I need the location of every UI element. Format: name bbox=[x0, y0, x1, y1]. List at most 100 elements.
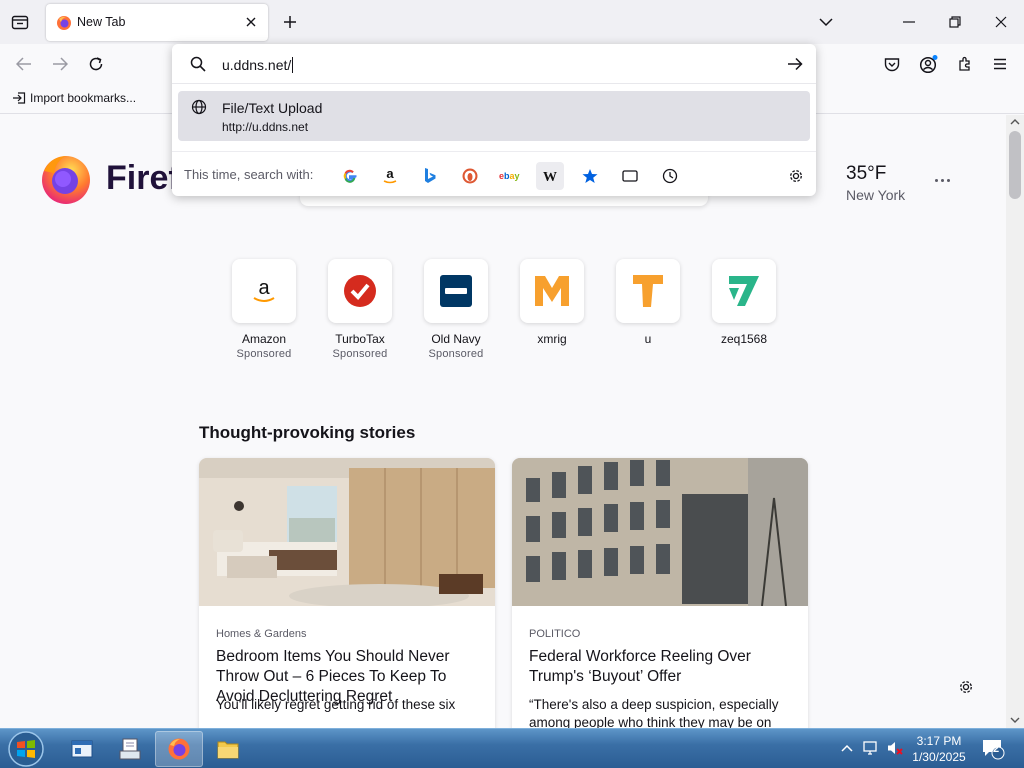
new-tab-button[interactable] bbox=[280, 12, 300, 32]
shortcut-icon-box bbox=[424, 259, 488, 323]
bookmarks-search-button[interactable] bbox=[576, 162, 604, 190]
shortcut-icon-box: a bbox=[232, 259, 296, 323]
search-settings-button[interactable] bbox=[782, 162, 810, 190]
shortcut-u[interactable]: u bbox=[600, 259, 696, 346]
shortcut-title: zeq1568 bbox=[720, 332, 768, 346]
forward-button[interactable] bbox=[48, 52, 72, 76]
action-center-button[interactable]: 2 bbox=[980, 737, 1006, 761]
minimize-button[interactable] bbox=[886, 0, 932, 44]
u-site-icon bbox=[633, 275, 663, 307]
plus-icon bbox=[284, 16, 296, 28]
shortcut-sponsored-label: Sponsored bbox=[332, 348, 388, 360]
taskbar-app-file-explorer[interactable] bbox=[204, 731, 252, 767]
shortcuts-grid: a Amazon Sponsored TurboTax Sponsored Ol… bbox=[216, 259, 796, 369]
svg-text:W: W bbox=[543, 170, 557, 183]
shortcut-title: xmrig bbox=[537, 332, 567, 346]
shortcut-icon-box bbox=[712, 259, 776, 323]
chevron-up-icon bbox=[1010, 119, 1020, 125]
globe-icon bbox=[191, 99, 207, 115]
story-source: POLITICO bbox=[529, 628, 581, 640]
history-search-button[interactable] bbox=[656, 162, 684, 190]
amazon-search-button[interactable]: a bbox=[376, 162, 404, 190]
restore-icon bbox=[949, 16, 961, 28]
shortcut-zeq1568[interactable]: zeq1568 bbox=[696, 259, 792, 346]
shortcut-old-navy[interactable]: Old Navy Sponsored bbox=[408, 259, 504, 360]
tab-new-tab[interactable]: New Tab bbox=[46, 4, 268, 41]
customize-page-button[interactable] bbox=[956, 677, 976, 697]
shortcut-title: Old Navy bbox=[431, 332, 481, 346]
taskbar-app-window[interactable] bbox=[58, 731, 106, 767]
arrow-right-icon bbox=[53, 57, 68, 71]
google-search-button[interactable] bbox=[336, 162, 364, 190]
urlbar-input[interactable]: u.ddns.net/ bbox=[222, 57, 294, 73]
duckduckgo-icon bbox=[462, 168, 478, 184]
pocket-button[interactable] bbox=[880, 52, 904, 76]
close-icon bbox=[246, 17, 256, 27]
suggestion-title: File/Text Upload bbox=[222, 100, 323, 116]
ebay-icon: ebay bbox=[499, 171, 520, 181]
shortcut-sponsored-label: Sponsored bbox=[236, 348, 292, 360]
volume-tray-icon[interactable] bbox=[886, 737, 904, 759]
account-button[interactable] bbox=[917, 52, 941, 76]
search-icon bbox=[190, 56, 206, 72]
ebay-search-button[interactable]: ebay bbox=[496, 162, 524, 190]
new-tab-page: Firef 35°F New York a Amazon Sponsored T… bbox=[0, 115, 1006, 728]
import-icon bbox=[13, 92, 26, 104]
firefox-wordmark: Firef bbox=[106, 159, 180, 197]
show-hidden-icons-button[interactable] bbox=[838, 737, 856, 759]
tabs-search-button[interactable] bbox=[616, 162, 644, 190]
wikipedia-icon: W bbox=[543, 170, 557, 183]
tab-title: New Tab bbox=[77, 15, 126, 29]
shortcut-xmrig[interactable]: xmrig bbox=[504, 259, 600, 346]
weather-menu-button[interactable] bbox=[930, 173, 954, 187]
documents-app-icon bbox=[119, 738, 141, 760]
app-menu-button[interactable] bbox=[988, 52, 1012, 76]
taskbar-app-firefox[interactable] bbox=[155, 731, 203, 767]
scroll-down-arrow[interactable] bbox=[1009, 715, 1021, 725]
weather-temperature: 35°F bbox=[846, 163, 887, 184]
story-image-federal-building bbox=[512, 458, 808, 606]
notification-count: 2 bbox=[993, 743, 1000, 755]
taskbar-app-explorer-docs[interactable] bbox=[106, 731, 154, 767]
chevron-down-icon bbox=[819, 18, 833, 27]
network-icon bbox=[863, 741, 877, 755]
scroll-up-arrow[interactable] bbox=[1009, 117, 1021, 127]
bing-search-button[interactable] bbox=[416, 162, 444, 190]
vertical-scrollbar[interactable] bbox=[1006, 115, 1024, 728]
reload-button[interactable] bbox=[84, 52, 108, 76]
duckduckgo-search-button[interactable] bbox=[456, 162, 484, 190]
go-button[interactable] bbox=[786, 56, 804, 72]
story-card[interactable]: POLITICO Federal Workforce Reeling Over … bbox=[512, 458, 808, 728]
minimize-icon bbox=[903, 21, 915, 23]
import-bookmarks-button[interactable]: Import bookmarks... bbox=[12, 91, 136, 105]
gear-icon bbox=[960, 681, 972, 693]
tabs-overflow-button[interactable] bbox=[816, 12, 836, 32]
firefox-logo bbox=[42, 156, 90, 204]
network-tray-icon[interactable] bbox=[862, 737, 880, 759]
account-icon bbox=[919, 55, 938, 74]
bookmarks-icon bbox=[582, 169, 598, 183]
list-all-tabs-button[interactable] bbox=[8, 11, 32, 33]
windows-taskbar: 3:17 PM 1/30/2025 2 bbox=[0, 728, 1024, 768]
history-icon bbox=[662, 168, 678, 184]
story-title[interactable]: Federal Workforce Reeling Over Trump's ‘… bbox=[529, 647, 794, 687]
urlbar-input-value: u.ddns.net/ bbox=[222, 57, 292, 73]
wikipedia-search-button[interactable]: W bbox=[536, 162, 564, 190]
clock-time: 3:17 PM bbox=[916, 734, 962, 748]
scrollbar-thumb[interactable] bbox=[1009, 131, 1021, 199]
urlbar-suggestion[interactable]: File/Text Upload http://u.ddns.net bbox=[178, 91, 810, 141]
system-clock[interactable]: 3:17 PM 1/30/2025 bbox=[906, 733, 972, 765]
weather-widget[interactable]: 35°F New York bbox=[846, 163, 905, 203]
close-window-button[interactable] bbox=[978, 0, 1024, 44]
story-card[interactable]: Homes & Gardens Bedroom Items You Should… bbox=[199, 458, 495, 728]
back-button[interactable] bbox=[12, 52, 36, 76]
start-button[interactable] bbox=[6, 730, 46, 768]
svg-text:ebay: ebay bbox=[499, 171, 520, 181]
pocket-icon bbox=[884, 57, 900, 71]
puzzle-icon bbox=[959, 56, 970, 71]
shortcut-turbotax[interactable]: TurboTax Sponsored bbox=[312, 259, 408, 360]
close-tab-button[interactable] bbox=[242, 13, 260, 31]
extensions-button[interactable] bbox=[953, 52, 977, 76]
shortcut-amazon[interactable]: a Amazon Sponsored bbox=[216, 259, 312, 360]
restore-button[interactable] bbox=[932, 0, 978, 44]
